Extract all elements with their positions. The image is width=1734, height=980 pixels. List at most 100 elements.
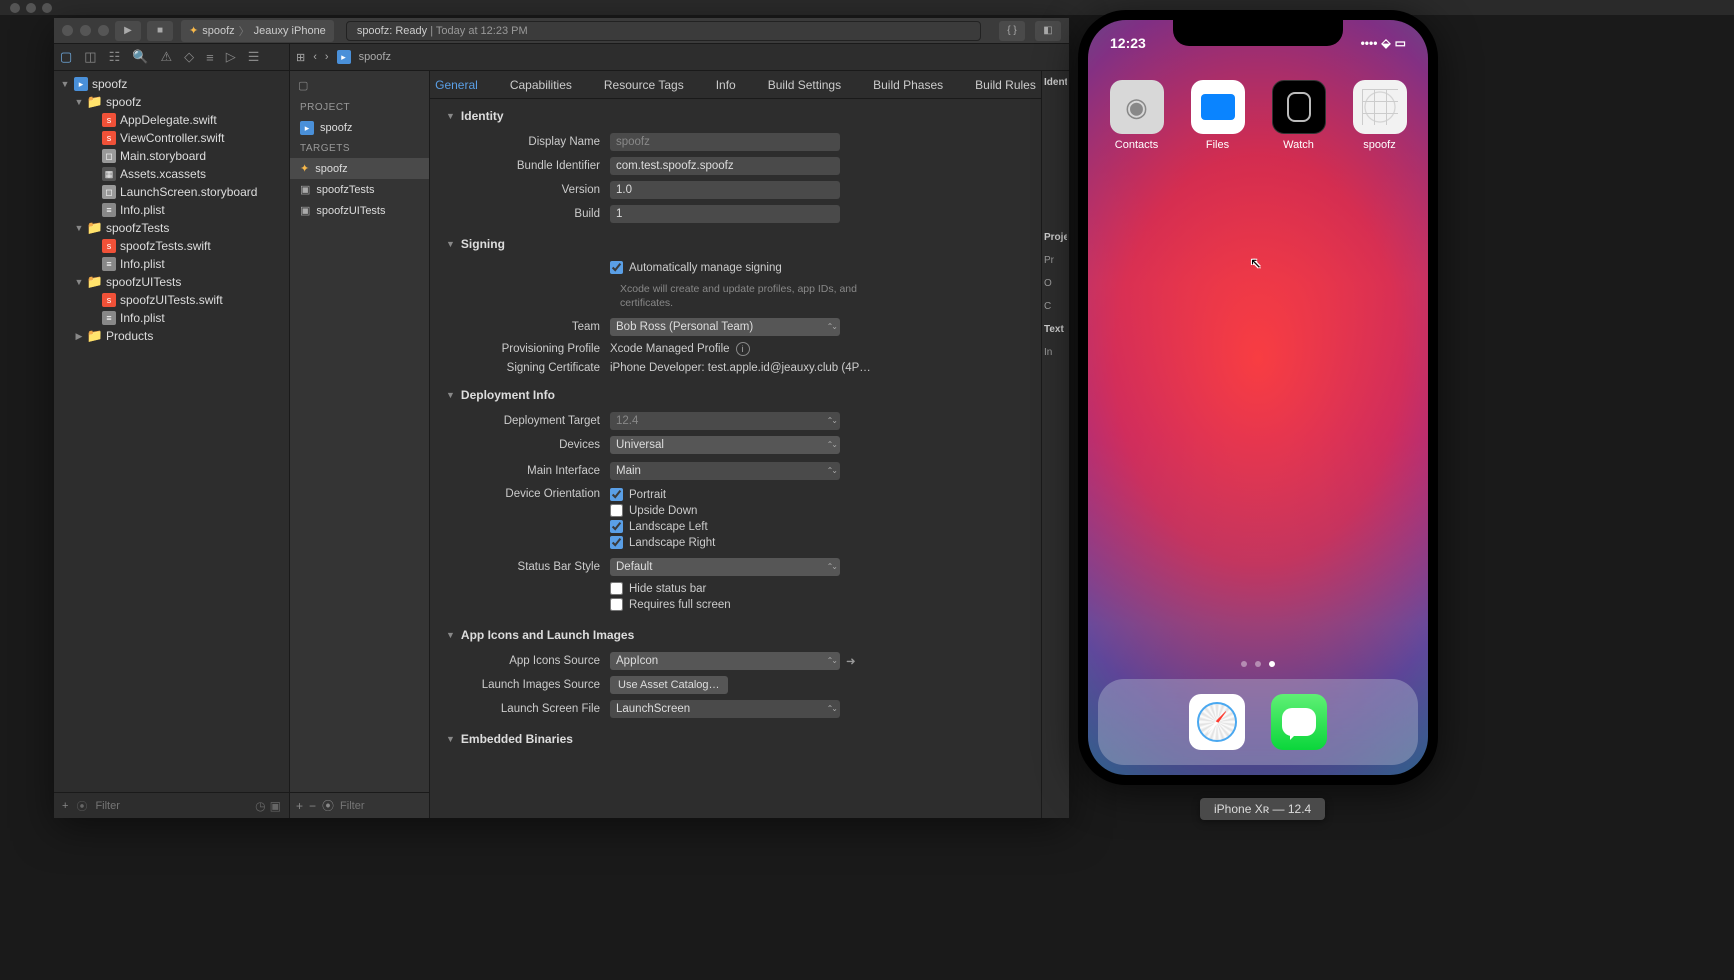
navigator-tabs[interactable]: ▢ ◫ ☷ 🔍 ⚠ ◇ ≡ ▷ ☰ bbox=[54, 44, 289, 71]
tree-group-spoofzTests[interactable]: ▼📁spoofzTests bbox=[54, 219, 289, 237]
settings-scroll[interactable]: Identity Display Name Bundle Identifier … bbox=[430, 99, 1041, 818]
dock-app-safari[interactable] bbox=[1189, 694, 1245, 750]
tree-group-spoofz[interactable]: ▼📁spoofz bbox=[54, 93, 289, 111]
tree-group-spoofzUITests[interactable]: ▼📁spoofzUITests bbox=[54, 273, 289, 291]
targets-filter-input[interactable] bbox=[340, 800, 410, 812]
display-name-input[interactable] bbox=[610, 133, 840, 151]
tree-file[interactable]: ≡Info.plist bbox=[54, 201, 289, 219]
project-tree[interactable]: ▼▸spoofz▼📁spoofzsAppDelegate.swiftsViewC… bbox=[54, 71, 289, 792]
version-label: Version bbox=[446, 184, 610, 196]
breakpoint-navigator-icon[interactable]: ▷ bbox=[226, 49, 236, 65]
project-row[interactable]: ▸ spoofz bbox=[290, 117, 429, 139]
debug-navigator-icon[interactable]: ≡ bbox=[206, 50, 214, 65]
issue-navigator-icon[interactable]: ⚠ bbox=[160, 49, 172, 65]
find-navigator-icon[interactable]: 🔍 bbox=[132, 49, 148, 65]
settings-panel: General Capabilities Resource Tags Info … bbox=[430, 71, 1041, 818]
back-icon[interactable]: ‹ bbox=[313, 51, 317, 63]
tab-build-phases[interactable]: Build Phases bbox=[873, 72, 943, 98]
signal-icon: •••• bbox=[1361, 36, 1378, 50]
simulator-screen[interactable]: 12:23 •••• ⬙ ▭ ◉Contacts Files Watch spo… bbox=[1088, 20, 1428, 775]
scheme-name: spoofz bbox=[202, 25, 234, 37]
test-navigator-icon[interactable]: ◇ bbox=[184, 49, 194, 65]
file-icon: ◻ bbox=[102, 185, 116, 199]
tree-file[interactable]: ◻LaunchScreen.storyboard bbox=[54, 183, 289, 201]
team-select[interactable]: Bob Ross (Personal Team) bbox=[610, 318, 840, 336]
version-input[interactable] bbox=[610, 181, 840, 199]
orient-upside-checkbox[interactable]: Upside Down bbox=[610, 504, 715, 517]
traffic-lights[interactable] bbox=[62, 25, 109, 36]
section-header-appicons[interactable]: App Icons and Launch Images bbox=[446, 628, 1025, 642]
assistant-editor-button[interactable]: ◧ bbox=[1035, 21, 1061, 41]
remove-target-icon[interactable]: − bbox=[309, 799, 316, 813]
section-header-identity[interactable]: Identity bbox=[446, 109, 1025, 123]
scheme-selector[interactable]: ✦ spoofz 〉 Jeauxy iPhone bbox=[181, 20, 334, 42]
add-target-icon[interactable]: + bbox=[296, 799, 303, 813]
app-spoofz[interactable]: spoofz bbox=[1353, 80, 1407, 151]
tree-file[interactable]: sspoofzUITests.swift bbox=[54, 291, 289, 309]
target-row-tests[interactable]: ▣ spoofzTests bbox=[290, 179, 429, 200]
tree-project-root[interactable]: ▼▸spoofz bbox=[54, 75, 289, 93]
section-header-embedded[interactable]: Embedded Binaries bbox=[446, 732, 1025, 746]
info-icon[interactable]: i bbox=[736, 342, 750, 356]
tab-general[interactable]: General bbox=[435, 72, 478, 98]
fullscreen-checkbox[interactable]: Requires full screen bbox=[610, 598, 731, 611]
dock-app-messages[interactable] bbox=[1271, 694, 1327, 750]
scope-icon[interactable]: ▣ bbox=[270, 799, 281, 813]
auto-signing-help: Xcode will create and update profiles, a… bbox=[620, 283, 860, 310]
app-files[interactable]: Files bbox=[1191, 80, 1245, 151]
page-indicator[interactable] bbox=[1241, 661, 1275, 667]
launch-screen-combobox[interactable]: LaunchScreen bbox=[610, 700, 840, 718]
app-contacts[interactable]: ◉Contacts bbox=[1110, 80, 1164, 151]
tree-file[interactable]: ◻Main.storyboard bbox=[54, 147, 289, 165]
main-interface-combobox[interactable]: Main bbox=[610, 462, 840, 480]
report-navigator-icon[interactable]: ☰ bbox=[248, 49, 260, 65]
source-control-navigator-icon[interactable]: ◫ bbox=[84, 49, 96, 65]
standard-editor-button[interactable]: { } bbox=[999, 21, 1025, 41]
tab-build-rules[interactable]: Build Rules bbox=[975, 72, 1036, 98]
tab-info[interactable]: Info bbox=[716, 72, 736, 98]
tab-capabilities[interactable]: Capabilities bbox=[510, 72, 572, 98]
orient-landscape-left-checkbox[interactable]: Landscape Left bbox=[610, 520, 715, 533]
tab-build-settings[interactable]: Build Settings bbox=[768, 72, 841, 98]
orient-portrait-checkbox[interactable]: Portrait bbox=[610, 488, 715, 501]
build-input[interactable] bbox=[610, 205, 840, 223]
orient-landscape-right-checkbox[interactable]: Landscape Right bbox=[610, 536, 715, 549]
stop-button[interactable]: ■ bbox=[147, 21, 173, 41]
tree-group-products[interactable]: ▶📁Products bbox=[54, 327, 289, 345]
bundle-id-input[interactable] bbox=[610, 157, 840, 175]
app-watch[interactable]: Watch bbox=[1272, 80, 1326, 151]
jump-bar-path[interactable]: spoofz bbox=[359, 51, 391, 63]
main-interface-label: Main Interface bbox=[446, 465, 610, 477]
test-target-icon: ▣ bbox=[300, 183, 310, 196]
run-button[interactable]: ▶ bbox=[115, 21, 141, 41]
section-header-deployment[interactable]: Deployment Info bbox=[446, 388, 1025, 402]
tree-file[interactable]: ≡Info.plist bbox=[54, 309, 289, 327]
project-navigator-icon[interactable]: ▢ bbox=[60, 49, 72, 65]
symbol-navigator-icon[interactable]: ☷ bbox=[109, 49, 121, 65]
auto-signing-checkbox[interactable]: Automatically manage signing bbox=[610, 261, 782, 274]
tree-file[interactable]: ▦Assets.xcassets bbox=[54, 165, 289, 183]
app-label: spoofz bbox=[1363, 139, 1395, 151]
forward-icon[interactable]: › bbox=[325, 51, 329, 63]
target-row-app[interactable]: ✦ spoofz bbox=[290, 158, 429, 179]
use-asset-catalog-button[interactable]: Use Asset Catalog… bbox=[610, 676, 728, 694]
related-items-icon[interactable]: ⊞ bbox=[296, 51, 305, 64]
clock-icon[interactable]: ◷ bbox=[255, 799, 265, 813]
sidebar-toggle-icon[interactable]: ▢ bbox=[290, 77, 429, 98]
target-row-uitests[interactable]: ▣ spoofzUITests bbox=[290, 200, 429, 221]
navigator-filter-input[interactable] bbox=[95, 800, 247, 812]
add-icon[interactable]: + bbox=[62, 800, 68, 812]
tab-resource-tags[interactable]: Resource Tags bbox=[604, 72, 684, 98]
section-header-signing[interactable]: Signing bbox=[446, 237, 1025, 251]
goto-icon[interactable]: ➜ bbox=[846, 654, 856, 668]
tree-file[interactable]: sViewController.swift bbox=[54, 129, 289, 147]
jump-bar[interactable]: ⊞ ‹ › ▸ spoofz bbox=[290, 44, 1069, 71]
hide-statusbar-checkbox[interactable]: Hide status bar bbox=[610, 582, 731, 595]
tree-file[interactable]: sspoofzTests.swift bbox=[54, 237, 289, 255]
tree-file[interactable]: ≡Info.plist bbox=[54, 255, 289, 273]
tree-file[interactable]: sAppDelegate.swift bbox=[54, 111, 289, 129]
statusbar-style-select[interactable]: Default bbox=[610, 558, 840, 576]
deploy-target-combobox[interactable]: 12.4 bbox=[610, 412, 840, 430]
devices-select[interactable]: Universal bbox=[610, 436, 840, 454]
appicon-source-select[interactable]: AppIcon bbox=[610, 652, 840, 670]
